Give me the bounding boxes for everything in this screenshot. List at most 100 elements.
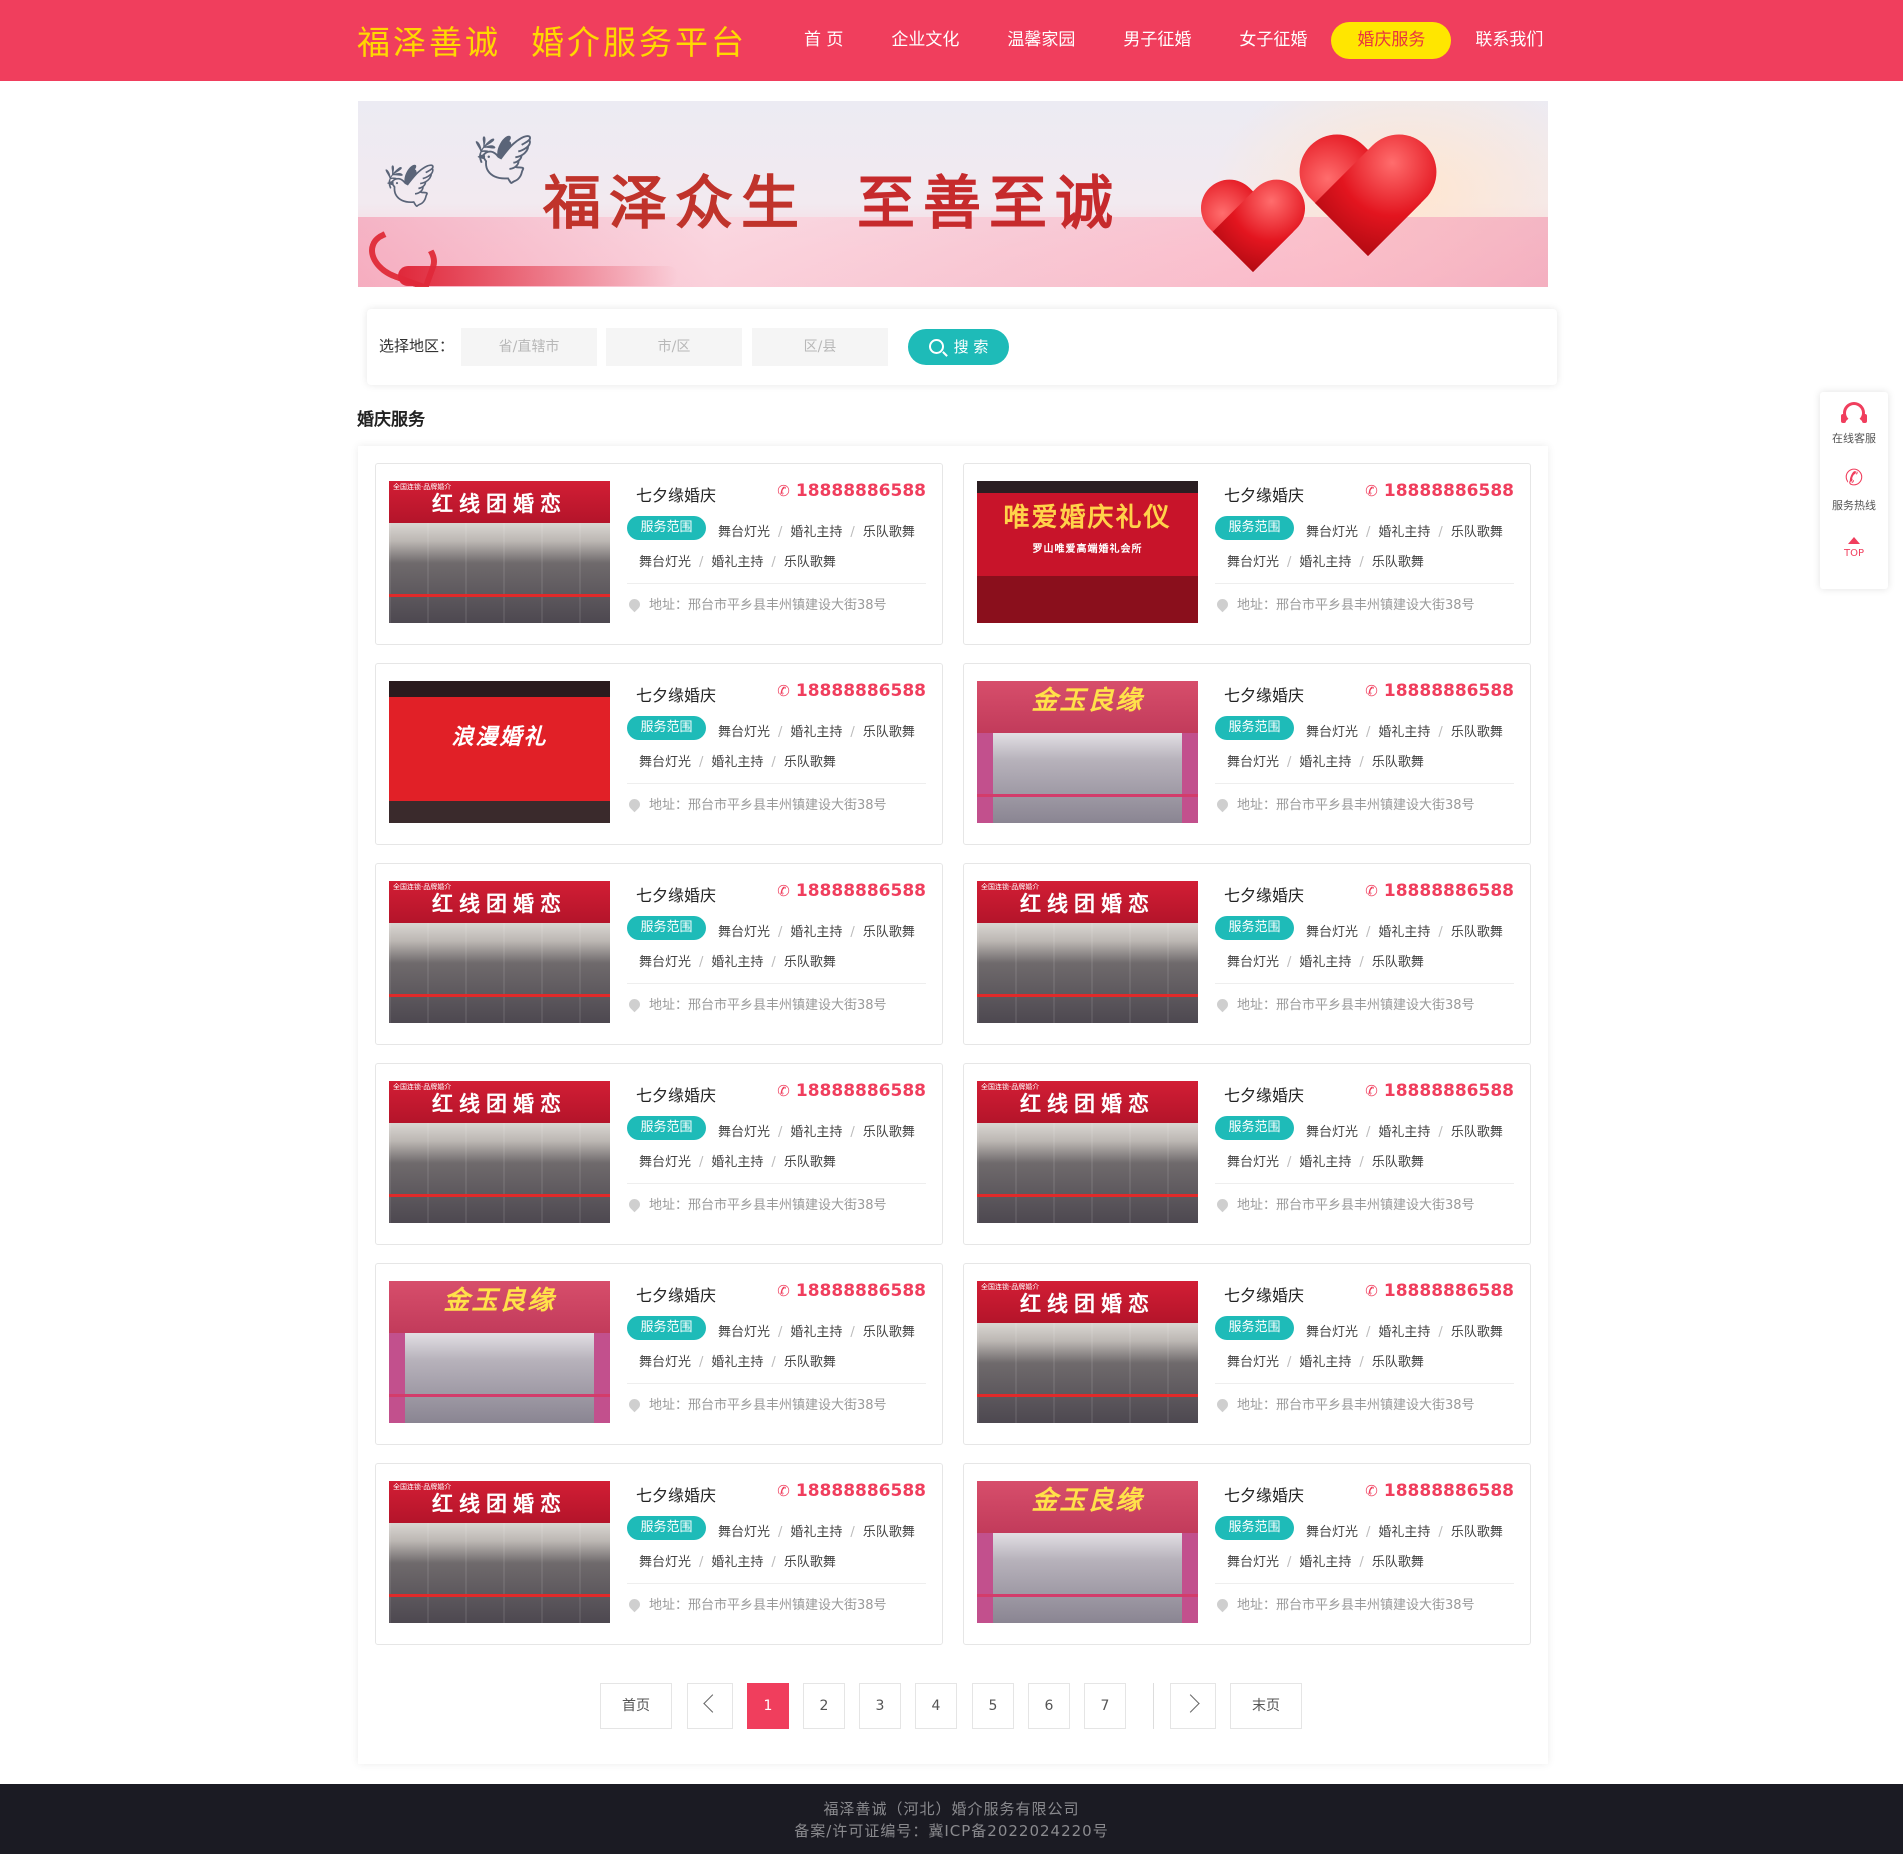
nav-wedding-service[interactable]: 婚庆服务 — [1331, 22, 1452, 59]
footer-icp[interactable]: 备案/许可证编号：冀ICP备2022024220号 — [0, 1820, 1903, 1842]
listing-card[interactable]: 全国连锁·品牌婚介 红线团婚恋 七夕缘婚庆 ✆ 18888886588 服务范围 舞… — [963, 863, 1531, 1045]
listing-card[interactable]: 全国连锁·品牌婚介 红线团婚恋 七夕缘婚庆 ✆ 18888886588 服务范围 舞… — [963, 1063, 1531, 1245]
listing-phone[interactable]: ✆ 18888886588 — [1365, 1281, 1514, 1301]
storefront-photo[interactable]: 全国连锁·品牌婚介 红线团婚恋 — [977, 881, 1198, 1023]
storefront-photo[interactable]: 金玉良缘 — [389, 1281, 610, 1423]
online-service-button[interactable]: 在线客服 — [1820, 402, 1888, 446]
search-button[interactable]: 搜 索 — [908, 329, 1009, 365]
listing-name[interactable]: 七夕缘婚庆 — [1224, 482, 1304, 506]
page-number[interactable]: 6 — [1028, 1683, 1070, 1729]
listing-address: 地址：邢台市平乡县丰州镇建设大街38号 — [626, 594, 887, 613]
nav-culture[interactable]: 企业文化 — [867, 22, 983, 59]
page-number[interactable]: 1 — [747, 1683, 789, 1729]
listing-phone[interactable]: ✆ 18888886588 — [777, 481, 926, 501]
storefront-photo[interactable]: 全国连锁·品牌婚介 红线团婚恋 — [389, 481, 610, 623]
listing-name[interactable]: 七夕缘婚庆 — [1224, 682, 1304, 706]
page-number[interactable]: 7 — [1084, 1683, 1126, 1729]
page-number[interactable]: 5 — [972, 1683, 1014, 1729]
storefront-photo[interactable]: 全国连锁·品牌婚介 红线团婚恋 — [977, 1081, 1198, 1223]
listing-name[interactable]: 七夕缘婚庆 — [636, 882, 716, 906]
page-number[interactable]: 2 — [803, 1683, 845, 1729]
listing-name[interactable]: 七夕缘婚庆 — [1224, 1482, 1304, 1506]
site-logo[interactable]: 福泽善诚 婚介服务平台 — [357, 16, 747, 64]
listing-name[interactable]: 七夕缘婚庆 — [1224, 882, 1304, 906]
store-sign-note: 全国连锁·品牌婚介 — [393, 883, 452, 891]
phone-icon: ✆ — [1365, 1082, 1378, 1100]
nav-male[interactable]: 男子征婚 — [1099, 22, 1215, 59]
storefront-photo[interactable]: 全国连锁·品牌婚介 红线团婚恋 — [977, 1281, 1198, 1423]
service-separator: / — [699, 1155, 704, 1170]
service-separator: / — [1287, 1355, 1292, 1370]
listing-name[interactable]: 七夕缘婚庆 — [636, 1282, 716, 1306]
service-item: 舞台灯光 — [1306, 1125, 1359, 1140]
listing-phone[interactable]: ✆ 18888886588 — [777, 1081, 926, 1101]
card-divider — [627, 983, 926, 984]
service-item: 舞台灯光 — [639, 755, 692, 770]
page-number[interactable]: 3 — [859, 1683, 901, 1729]
service-item: 婚礼主持 — [1378, 525, 1431, 540]
listing-card[interactable]: 全国连锁·品牌婚介 红线团婚恋 七夕缘婚庆 ✆ 18888886588 服务范围 舞… — [963, 1263, 1531, 1445]
service-list: 舞台灯光 / 婚礼主持 / 乐队歌舞 — [1306, 1121, 1503, 1140]
district-select[interactable]: 区/县 — [752, 328, 888, 366]
service-item: 乐队歌舞 — [783, 555, 836, 570]
listing-card[interactable]: 浪漫婚礼 七夕缘婚庆 ✆ 18888886588 服务范围 舞台灯光 / 婚礼主持 / 乐… — [375, 663, 943, 845]
listing-card[interactable]: 全国连锁·品牌婚介 红线团婚恋 七夕缘婚庆 ✆ 18888886588 服务范围 舞… — [375, 1063, 943, 1245]
listing-phone[interactable]: ✆ 18888886588 — [1365, 1081, 1514, 1101]
service-item: 婚礼主持 — [790, 725, 843, 740]
page-first[interactable]: 首页 — [600, 1683, 672, 1729]
service-item: 舞台灯光 — [1227, 755, 1280, 770]
address-text: 地址：邢台市平乡县丰州镇建设大街38号 — [649, 598, 887, 613]
listing-phone[interactable]: ✆ 18888886588 — [777, 1481, 926, 1501]
storefront-photo[interactable]: 全国连锁·品牌婚介 红线团婚恋 — [389, 881, 610, 1023]
storefront-photo[interactable]: 金玉良缘 — [977, 1481, 1198, 1623]
listing-card[interactable]: 金玉良缘 七夕缘婚庆 ✆ 18888886588 服务范围 舞台灯光 / 婚礼主持 / 乐… — [963, 1463, 1531, 1645]
listing-name[interactable]: 七夕缘婚庆 — [1224, 1282, 1304, 1306]
listing-name[interactable]: 七夕缘婚庆 — [1224, 1082, 1304, 1106]
storefront-photo[interactable]: 浪漫婚礼 — [389, 681, 610, 823]
service-item: 婚礼主持 — [711, 755, 764, 770]
nav-home-garden[interactable]: 温馨家园 — [983, 22, 1099, 59]
service-list: 舞台灯光 / 婚礼主持 / 乐队歌舞 — [1227, 1151, 1424, 1170]
listing-name[interactable]: 七夕缘婚庆 — [636, 1482, 716, 1506]
shopfront — [389, 1333, 610, 1423]
service-separator: / — [1366, 725, 1371, 740]
listing-card[interactable]: 全国连锁·品牌婚介 红线团婚恋 七夕缘婚庆 ✆ 18888886588 服务范围 舞… — [375, 463, 943, 645]
listing-phone[interactable]: ✆ 18888886588 — [777, 881, 926, 901]
listing-phone[interactable]: ✆ 18888886588 — [1365, 1481, 1514, 1501]
page-number[interactable]: 4 — [915, 1683, 957, 1729]
listing-card[interactable]: 唯爱婚庆礼仪 罗山唯爱高端婚礼会所 七夕缘婚庆 ✆ 18888886588 服务范围… — [963, 463, 1531, 645]
service-separator: / — [1359, 1155, 1364, 1170]
hotline-button[interactable]: ✆ 服务热线 — [1820, 467, 1888, 513]
listing-phone[interactable]: ✆ 18888886588 — [1365, 881, 1514, 901]
page-last[interactable]: 末页 — [1230, 1683, 1302, 1729]
nav-female[interactable]: 女子征婚 — [1215, 22, 1331, 59]
store-sign-note: 全国连锁·品牌婚介 — [981, 1083, 1040, 1091]
city-select[interactable]: 市/区 — [606, 328, 742, 366]
card-divider — [1215, 1383, 1514, 1384]
storefront-photo[interactable]: 全国连锁·品牌婚介 红线团婚恋 — [389, 1481, 610, 1623]
province-select[interactable]: 省/直辖市 — [461, 328, 597, 366]
listing-name[interactable]: 七夕缘婚庆 — [636, 482, 716, 506]
listing-name[interactable]: 七夕缘婚庆 — [636, 1082, 716, 1106]
listing-phone[interactable]: ✆ 18888886588 — [1365, 681, 1514, 701]
listing-card[interactable]: 全国连锁·品牌婚介 红线团婚恋 七夕缘婚庆 ✆ 18888886588 服务范围 舞… — [375, 863, 943, 1045]
page-next[interactable] — [1170, 1683, 1216, 1729]
storefront-photo[interactable]: 金玉良缘 — [977, 681, 1198, 823]
phone-icon: ✆ — [1365, 682, 1378, 700]
listing-phone[interactable]: ✆ 18888886588 — [1365, 481, 1514, 501]
listing-address: 地址：邢台市平乡县丰州镇建设大街38号 — [1214, 794, 1475, 813]
service-item: 婚礼主持 — [1299, 1355, 1352, 1370]
listing-card[interactable]: 金玉良缘 七夕缘婚庆 ✆ 18888886588 服务范围 舞台灯光 / 婚礼主持 / 乐… — [963, 663, 1531, 845]
listing-phone[interactable]: ✆ 18888886588 — [777, 681, 926, 701]
nav-home[interactable]: 首 页 — [780, 22, 867, 59]
listing-phone[interactable]: ✆ 18888886588 — [777, 1281, 926, 1301]
listing-card[interactable]: 金玉良缘 七夕缘婚庆 ✆ 18888886588 服务范围 舞台灯光 / 婚礼主持 / 乐… — [375, 1263, 943, 1445]
storefront-photo[interactable]: 全国连锁·品牌婚介 红线团婚恋 — [389, 1081, 610, 1223]
listing-name[interactable]: 七夕缘婚庆 — [636, 682, 716, 706]
nav-contact[interactable]: 联系我们 — [1451, 22, 1567, 59]
service-separator: / — [778, 725, 783, 740]
back-to-top-button[interactable]: TOP — [1820, 537, 1888, 559]
listing-card[interactable]: 全国连锁·品牌婚介 红线团婚恋 七夕缘婚庆 ✆ 18888886588 服务范围 舞… — [375, 1463, 943, 1645]
storefront-photo[interactable]: 唯爱婚庆礼仪 罗山唯爱高端婚礼会所 — [977, 481, 1198, 623]
page-prev[interactable] — [687, 1683, 733, 1729]
